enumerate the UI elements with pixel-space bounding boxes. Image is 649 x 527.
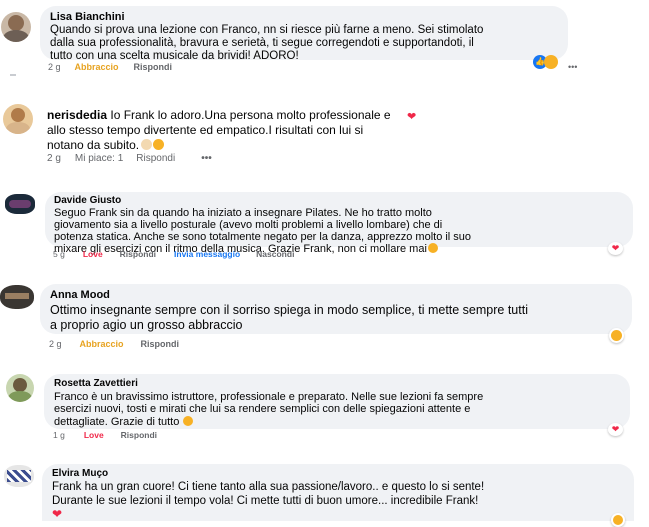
comment-bubble: Lisa Bianchini Quando si prova una lezio… <box>40 6 568 62</box>
comment-time[interactable]: 1 g <box>53 430 65 440</box>
comment-bubble: Davide Giusto Seguo Frank sin da quando … <box>45 192 633 255</box>
send-message-link[interactable]: Invia messaggio <box>174 249 240 259</box>
smile-emoji-icon <box>183 415 194 426</box>
more-options-icon[interactable]: ••• <box>568 62 577 72</box>
reply-button[interactable]: Rispondi <box>134 62 173 72</box>
reply-button[interactable]: Rispondi <box>136 153 175 164</box>
comment-actions: 2 g Mi piace: 1 Rispondi ••• <box>47 153 212 164</box>
comment-text-line: notano da subito. <box>47 138 407 153</box>
comment-author[interactable]: nerisdedia <box>47 108 107 122</box>
comment-text-line: Quando si prova una lezione con Franco, … <box>50 24 484 36</box>
hide-button[interactable]: Nascondi <box>256 249 294 259</box>
comment-text: Io Frank lo adoro.Una persona molto prof… <box>110 108 391 122</box>
reaction-emoji-icon[interactable] <box>611 513 625 527</box>
comment-text-line: a proprio agio un grosso abbraccio <box>50 318 243 332</box>
like-count[interactable]: Mi piace: 1 <box>75 153 123 164</box>
comment-text-line: Frank ha un gran cuore! Ci tiene tanto a… <box>52 481 485 493</box>
divider <box>10 74 16 76</box>
comment-time[interactable]: 2 g <box>47 153 61 164</box>
reaction-button[interactable]: Abbraccio <box>80 339 124 349</box>
comment-text-line: nerisdedia Io Frank lo adoro.Una persona… <box>47 108 407 123</box>
avatar[interactable] <box>3 104 33 134</box>
comment-text-line: dalla sua professionalità, bravura e ser… <box>50 37 474 49</box>
hug-emoji-icon[interactable] <box>609 328 624 343</box>
comment-bubble: Rosetta Zavettieri Franco è un bravissim… <box>44 374 630 429</box>
reply-button[interactable]: Rispondi <box>120 249 156 259</box>
comment-text-line: potenza statica. Anche se sono totalment… <box>54 231 472 243</box>
comment-time[interactable]: 2 g <box>48 62 61 72</box>
avatar[interactable] <box>1 12 31 42</box>
heart-emoji-icon: ❤ <box>52 507 63 521</box>
hug-emoji-icon <box>544 55 558 69</box>
comment-actions: 2 g Abbraccio Rispondi <box>49 339 179 349</box>
comment-bubble: Anna Mood Ottimo insegnante sempre con i… <box>40 284 632 334</box>
comment-text-line: Seguo Frank sin da quando ha iniziato a … <box>54 207 432 219</box>
comment-time[interactable]: 5 g <box>53 249 65 259</box>
avatar[interactable] <box>0 285 34 309</box>
avatar[interactable] <box>5 194 35 214</box>
heart-eyes-emoji-icon <box>153 139 165 150</box>
comment-text-line: Durante le sue lezioni il tempo vola! Ci… <box>52 495 479 507</box>
comment-author[interactable]: Lisa Bianchini <box>50 11 558 24</box>
comment-text-line: dettagliate. Grazie di tutto <box>54 415 620 429</box>
comment-text: notano da subito. <box>47 138 140 152</box>
heart-icon[interactable]: ❤ <box>407 110 416 123</box>
comment-author[interactable]: Anna Mood <box>50 288 622 303</box>
comment-actions: 1 g Love Rispondi <box>53 430 157 440</box>
reply-button[interactable]: Rispondi <box>121 430 157 440</box>
comment-actions: 2 g Abbraccio Rispondi <box>48 62 172 72</box>
avatar[interactable] <box>4 465 34 487</box>
comment-text-line: giovamento sia a livello posturale (avev… <box>54 219 443 231</box>
reaction-button[interactable]: Abbraccio <box>75 62 119 72</box>
more-options-icon[interactable]: ••• <box>201 153 212 164</box>
comment-author[interactable]: Elvira Muço <box>52 468 624 480</box>
comment-text-line: allo stesso tempo divertente ed empatico… <box>47 123 364 137</box>
love-reaction-icon[interactable]: ❤ <box>608 242 623 255</box>
comment-text-line: Ottimo insegnante sempre con il sorriso … <box>50 303 528 317</box>
comment-text: dettagliate. Grazie di tutto <box>54 415 180 428</box>
comment-body: nerisdedia Io Frank lo adoro.Una persona… <box>47 108 407 153</box>
comment-actions: 5 g Love Rispondi Invia messaggio Nascon… <box>53 249 294 259</box>
comment-bubble: Elvira Muço Frank ha un gran cuore! Ci t… <box>42 464 634 521</box>
comment-time[interactable]: 2 g <box>49 339 62 349</box>
comment-text-line: esercizi nuovi, tosti e mirati che lui s… <box>54 403 471 415</box>
comment-author[interactable]: Davide Giusto <box>54 195 624 207</box>
reaction-button[interactable]: Love <box>83 249 103 259</box>
reply-button[interactable]: Rispondi <box>141 339 180 349</box>
avatar[interactable] <box>6 374 34 402</box>
clap-emoji-icon <box>141 139 153 150</box>
comment-author[interactable]: Rosetta Zavettieri <box>54 378 620 391</box>
comment-text-line: Franco è un bravissimo istruttore, profe… <box>54 390 484 403</box>
love-reaction-icon[interactable]: ❤ <box>608 423 623 436</box>
reaction-summary[interactable]: 👍 <box>533 55 558 69</box>
reaction-button[interactable]: Love <box>84 430 104 440</box>
grin-emoji-icon <box>427 243 438 253</box>
